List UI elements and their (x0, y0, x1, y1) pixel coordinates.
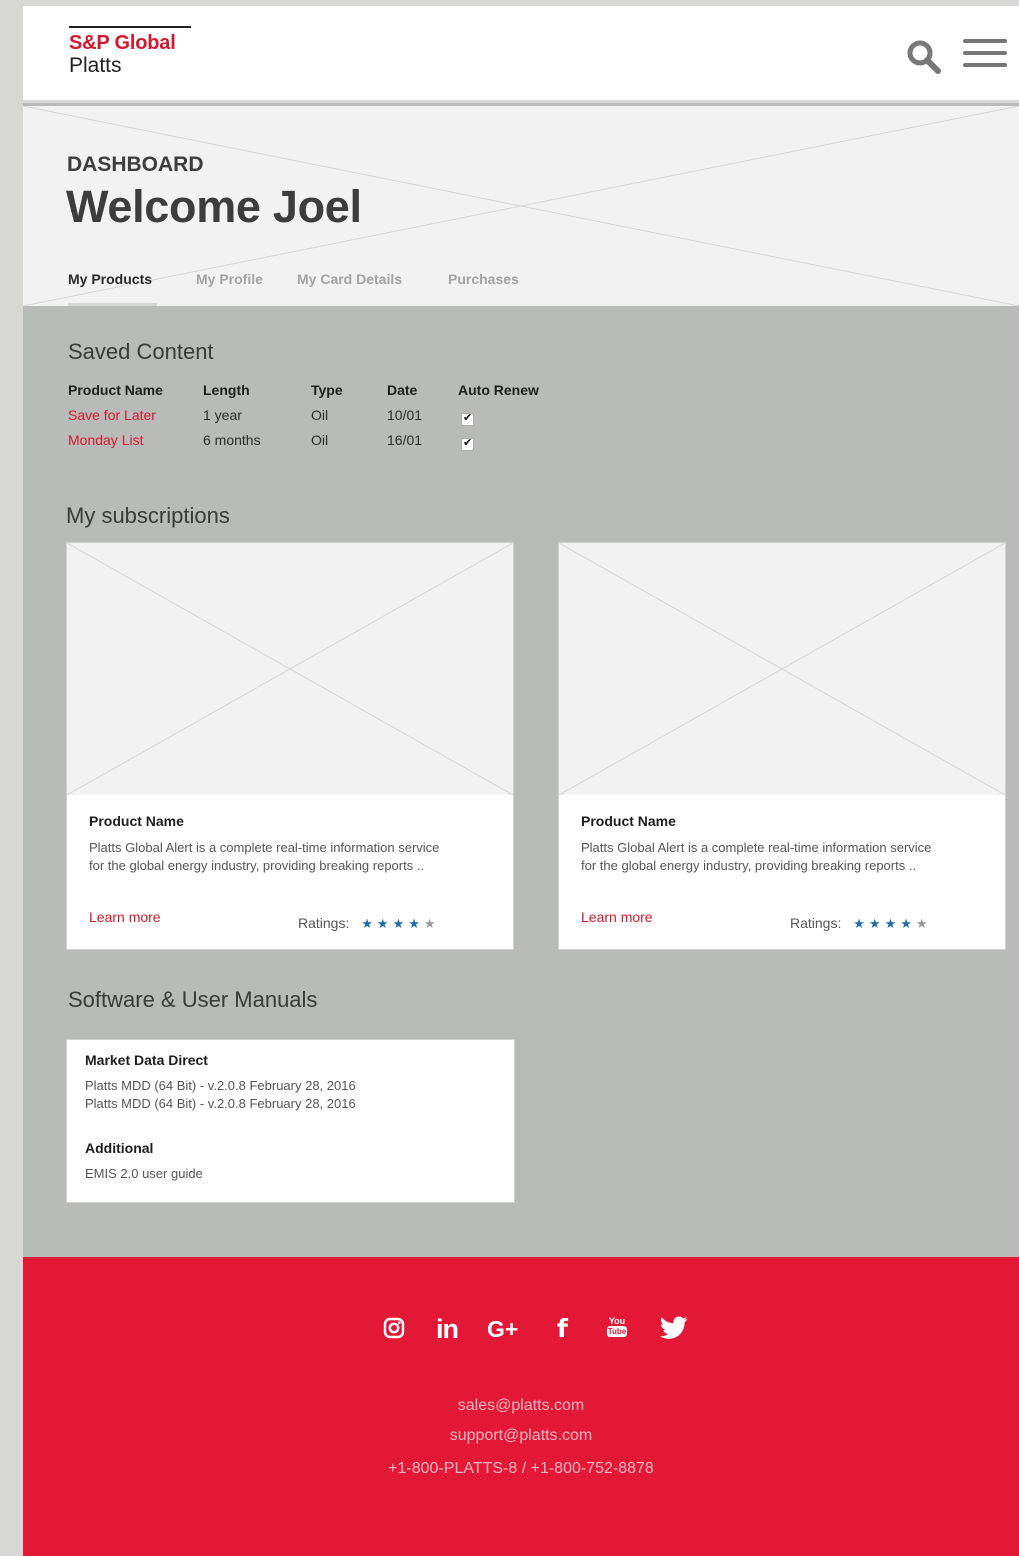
dashboard-tabs: My Products My Profile My Card Details P… (23, 269, 1019, 306)
col-product-name: Product Name (68, 382, 163, 398)
learn-more-link[interactable]: Learn more (581, 909, 653, 925)
youtube-icon[interactable]: You Tube (607, 1316, 627, 1342)
hamburger-menu-icon[interactable] (963, 39, 1007, 71)
dashboard-hero: DASHBOARD Welcome Joel My Products My Pr… (23, 106, 1019, 306)
manual-download-link[interactable]: Platts MDD (64 Bit) - v.2.0.8 February 2… (85, 1078, 356, 1093)
active-tab-indicator (68, 303, 157, 306)
site-header: S&P Global Platts (23, 6, 1019, 103)
youtube-icon-bottom: Tube (607, 1326, 627, 1337)
col-type: Type (311, 382, 343, 398)
saved-item-length: 1 year (203, 407, 242, 423)
saved-item-link[interactable]: Save for Later (68, 407, 156, 423)
saved-item-date: 16/01 (387, 432, 423, 448)
page-eyebrow: DASHBOARD (67, 153, 204, 176)
manuals-title: Software & User Manuals (68, 987, 318, 1012)
product-rating: Ratings: ★★★★★ (298, 915, 440, 932)
saved-item-type: Oil (311, 432, 329, 448)
subscription-card: Product Name Platts Global Alert is a co… (66, 542, 514, 950)
logo-brand: S&P Global (69, 32, 176, 54)
manual-download-link[interactable]: Platts MDD (64 Bit) - v.2.0.8 February 2… (85, 1096, 356, 1111)
auto-renew-checkbox[interactable] (461, 436, 474, 451)
product-description: Platts Global Alert is a complete real-t… (89, 840, 440, 873)
star-filled-icon: ★ (376, 917, 393, 932)
product-image-placeholder (559, 543, 1005, 795)
saved-content-title: Saved Content (68, 339, 214, 364)
product-name: Product Name (89, 813, 184, 829)
star-filled-icon: ★ (884, 917, 901, 932)
star-filled-icon: ★ (392, 917, 409, 932)
star-empty-icon: ★ (915, 917, 932, 932)
phone-numbers: +1-800-PLATTS-8 / +1-800-752-8878 (388, 1460, 654, 1477)
star-filled-icon: ★ (853, 917, 869, 932)
star-filled-icon: ★ (868, 917, 885, 932)
support-email-link[interactable]: support@platts.com (23, 1427, 1019, 1445)
star-filled-icon: ★ (408, 917, 424, 932)
logo-product: Platts (69, 54, 122, 77)
search-icon[interactable] (906, 39, 942, 75)
google-plus-icon[interactable]: G+ (487, 1316, 518, 1343)
saved-item-link[interactable]: Monday List (68, 432, 143, 448)
tab-my-products[interactable]: My Products (68, 269, 152, 306)
page: S&P Global Platts DASHBOARD Welcome Joel… (23, 6, 1019, 1556)
subscriptions-title: My subscriptions (66, 503, 230, 528)
saved-item-type: Oil (311, 407, 329, 423)
youtube-icon-top: You (608, 1316, 626, 1326)
logo[interactable]: S&P Global Platts (69, 26, 193, 77)
auto-renew-checkbox[interactable] (461, 411, 474, 426)
product-name: Product Name (581, 813, 676, 829)
manual-group-title: Market Data Direct (85, 1052, 208, 1068)
saved-item-date: 10/01 (387, 407, 423, 423)
col-date: Date (387, 382, 418, 398)
ratings-label: Ratings: (298, 915, 350, 931)
star-filled-icon: ★ (361, 917, 377, 932)
manuals-card: Market Data Direct Platts MDD (64 Bit) -… (66, 1039, 515, 1203)
tab-purchases[interactable]: Purchases (448, 269, 519, 306)
col-auto-renew: Auto Renew (458, 382, 539, 398)
tab-my-profile[interactable]: My Profile (196, 269, 263, 306)
logo-rule (69, 26, 191, 28)
twitter-icon[interactable] (660, 1316, 688, 1340)
product-description: Platts Global Alert is a complete real-t… (581, 840, 932, 873)
sales-email-link[interactable]: sales@platts.com (23, 1397, 1019, 1415)
rating-stars: ★★★★★ (853, 917, 931, 932)
instagram-icon[interactable] (383, 1317, 405, 1339)
product-image-placeholder (67, 543, 513, 795)
subscription-card: Product Name Platts Global Alert is a co… (558, 542, 1006, 950)
learn-more-link[interactable]: Learn more (89, 909, 161, 925)
site-footer: in G+ f You Tube sales@platts.com suppor… (23, 1257, 1019, 1556)
linkedin-icon[interactable]: in (436, 1314, 459, 1345)
rating-stars: ★★★★★ (361, 917, 439, 932)
facebook-icon[interactable]: f (557, 1314, 568, 1343)
manual-group-title: Additional (85, 1140, 154, 1156)
ratings-label: Ratings: (790, 915, 842, 931)
tab-my-card-details[interactable]: My Card Details (297, 269, 402, 306)
star-empty-icon: ★ (423, 917, 440, 932)
col-length: Length (203, 382, 250, 398)
product-rating: Ratings: ★★★★★ (790, 915, 932, 932)
saved-item-length: 6 months (203, 432, 261, 448)
star-filled-icon: ★ (900, 917, 916, 932)
manual-download-link[interactable]: EMIS 2.0 user guide (85, 1166, 203, 1181)
page-title: Welcome Joel (66, 181, 362, 232)
